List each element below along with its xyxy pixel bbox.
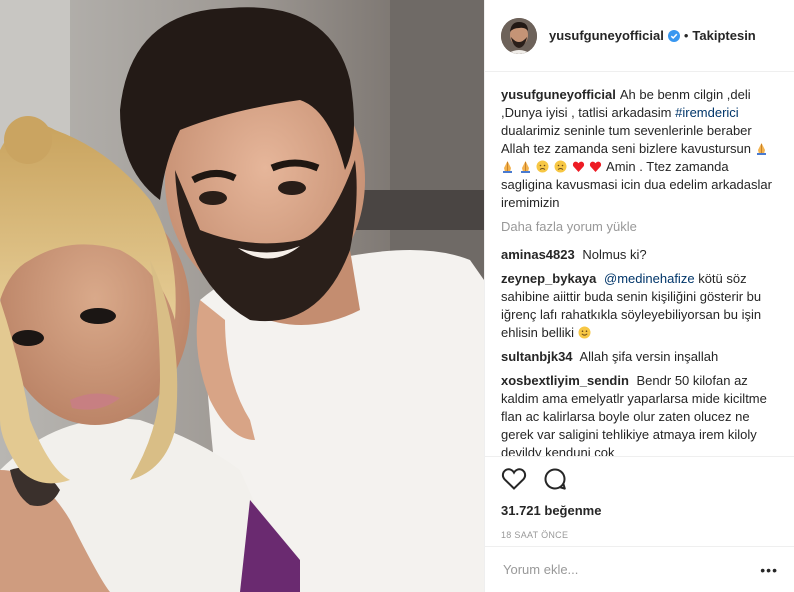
post-actions: 31.721 beğenme 18 SAAT ÖNCE xyxy=(485,456,794,540)
comment-item: sultanbjk34 Allah şifa versin inşallah xyxy=(501,348,778,366)
following-button[interactable]: Takiptesin xyxy=(692,28,755,43)
comments-section[interactable]: yusufguneyofficial Ah be benm cilgin ,del… xyxy=(485,72,794,456)
load-more-comments-link[interactable]: Daha fazla yorum yükle xyxy=(501,218,778,236)
disappointed-face-emoji-icon xyxy=(554,160,567,173)
post-header: yusufguneyofficial • Takiptesin xyxy=(485,0,794,72)
smiling-face-emoji-icon xyxy=(578,326,591,339)
likes-count[interactable]: 31.721 beğenme xyxy=(501,503,778,518)
comment-username[interactable]: xosbextliyim_sendin xyxy=(501,373,629,388)
comment-text: Nolmus ki? xyxy=(582,247,647,262)
caption-text-2: dualarimiz seninle tum sevenlerinle bera… xyxy=(501,123,752,156)
action-icons xyxy=(501,457,778,499)
comment-item: xosbextliyim_sendin Bendr 50 kilofan az … xyxy=(501,372,778,456)
add-comment-input[interactable] xyxy=(501,561,761,578)
comment-text: Allah şifa versin inşallah xyxy=(579,349,719,364)
avatar[interactable] xyxy=(501,17,537,54)
comment-item: zeynep_bykaya @medinehafize kötü söz sah… xyxy=(501,270,778,342)
praying-hands-emoji-icon xyxy=(520,161,530,173)
post-timestamp[interactable]: 18 SAAT ÖNCE xyxy=(501,530,778,540)
more-options-icon[interactable]: ••• xyxy=(760,562,778,578)
post: yusufguneyofficial • Takiptesin yusufgun… xyxy=(0,0,794,592)
caption-username[interactable]: yusufguneyofficial xyxy=(501,87,616,102)
red-heart-emoji-icon xyxy=(572,161,584,172)
avatar-image xyxy=(501,17,537,54)
header-username[interactable]: yusufguneyofficial xyxy=(549,28,664,43)
comment-username[interactable]: sultanbjk34 xyxy=(501,349,573,364)
caption-hashtag-link[interactable]: #iremderici xyxy=(675,105,739,120)
comment-username[interactable]: aminas4823 xyxy=(501,247,575,262)
add-comment-bar: ••• xyxy=(485,546,794,592)
disappointed-face-emoji-icon xyxy=(536,160,549,173)
like-heart-icon[interactable] xyxy=(501,467,527,491)
comment-username[interactable]: zeynep_bykaya xyxy=(501,271,596,286)
comment-bubble-icon[interactable] xyxy=(543,467,567,491)
comment-item: aminas4823 Nolmus ki? xyxy=(501,246,778,264)
praying-hands-emoji-icon xyxy=(503,161,512,173)
comment-mention-link[interactable]: @medinehafize xyxy=(604,271,695,286)
praying-hands-emoji-icon xyxy=(756,143,766,155)
header-separator: • xyxy=(683,28,689,43)
post-sidebar: yusufguneyofficial • Takiptesin yusufgun… xyxy=(484,0,794,592)
red-heart-emoji-icon xyxy=(589,161,602,172)
verified-icon xyxy=(667,29,680,42)
caption: yusufguneyofficial Ah be benm cilgin ,del… xyxy=(501,86,778,212)
selfie-photo-image xyxy=(0,0,484,592)
post-photo[interactable] xyxy=(0,0,484,592)
